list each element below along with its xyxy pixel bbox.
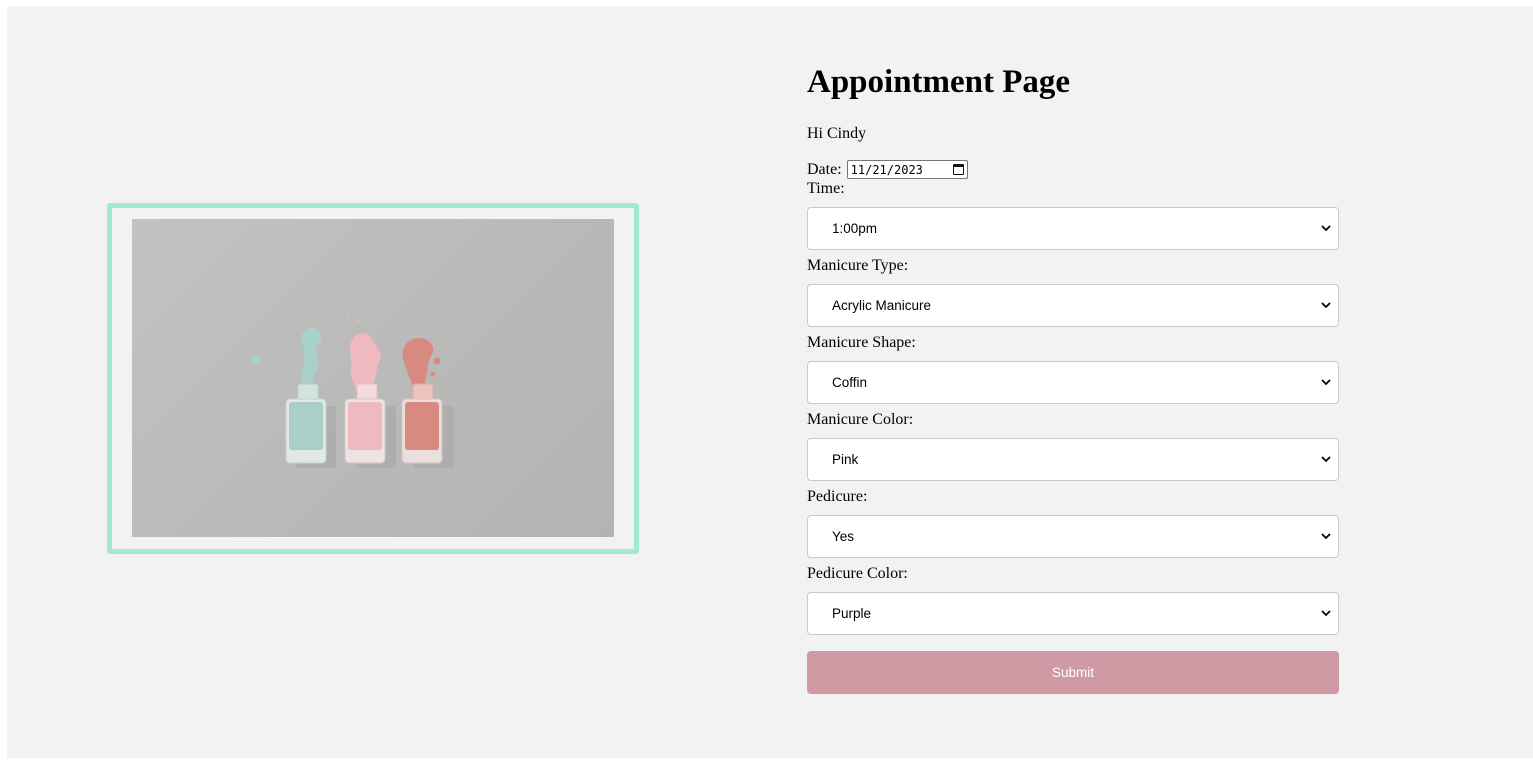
nail-polish-bottles-illustration [250, 314, 454, 468]
nail-polish-photo [132, 219, 614, 537]
pedicure-value: Yes [832, 529, 855, 544]
pedicure-label: Pedicure: [807, 488, 868, 505]
pedicure-color-label: Pedicure Color: [807, 565, 908, 582]
chevron-down-icon [1321, 456, 1331, 463]
manicure-color-value: Pink [832, 452, 859, 467]
pedicure-color-select[interactable]: Purple [807, 592, 1339, 635]
date-row: Date: 11/21/2023 [807, 160, 968, 179]
greeting-text: Hi Cindy [807, 125, 867, 142]
time-select[interactable]: 1:00pm [807, 207, 1339, 250]
manicure-shape-label: Manicure Shape: [807, 334, 916, 351]
page-background: Appointment Page Hi Cindy Date: 11/21/20… [7, 6, 1533, 758]
page-title: Appointment Page [807, 64, 1071, 100]
manicure-shape-value: Coffin [832, 375, 868, 390]
manicure-type-select[interactable]: Acrylic Manicure [807, 284, 1339, 327]
manicure-type-value: Acrylic Manicure [832, 298, 932, 313]
calendar-icon[interactable] [952, 164, 964, 175]
date-input[interactable]: 11/21/2023 [846, 160, 968, 179]
manicure-color-label: Manicure Color: [807, 411, 914, 428]
pedicure-select[interactable]: Yes [807, 515, 1339, 558]
chevron-down-icon [1321, 302, 1331, 309]
pedicure-color-value: Purple [832, 606, 872, 621]
manicure-color-select[interactable]: Pink [807, 438, 1339, 481]
manicure-shape-select[interactable]: Coffin [807, 361, 1339, 404]
chevron-down-icon [1321, 533, 1331, 540]
image-frame [107, 203, 639, 554]
chevron-down-icon [1321, 225, 1331, 232]
time-select-value: 1:00pm [832, 221, 878, 236]
chevron-down-icon [1321, 379, 1331, 386]
date-value: 11/21/2023 [850, 162, 923, 177]
submit-button[interactable]: Submit [807, 651, 1339, 694]
chevron-down-icon [1321, 610, 1331, 617]
time-label: Time: [807, 180, 845, 197]
date-label: Date: [807, 160, 842, 178]
manicure-type-label: Manicure Type: [807, 257, 909, 274]
